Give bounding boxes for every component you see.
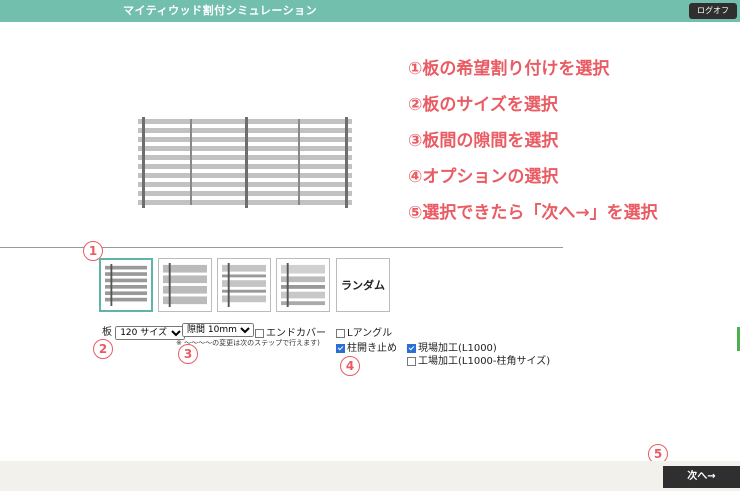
l-angle-label: Lアングル: [347, 328, 393, 339]
pattern-option-3[interactable]: [217, 258, 271, 312]
step-5-text: ⑤選択できたら「次へ→」を選択: [408, 203, 658, 223]
app-title: マイティウッド割付シミュレーション: [123, 4, 318, 17]
factory-processing-checkbox[interactable]: [407, 356, 416, 366]
pattern-3-preview: [222, 263, 266, 307]
post-cap-label: 柱開き止め: [347, 343, 397, 354]
board-label: 板: [102, 327, 112, 338]
pattern-option-1[interactable]: [99, 258, 153, 312]
post-cap-checkbox[interactable]: [336, 343, 345, 353]
pattern-4-preview: [281, 263, 325, 307]
board-size-select[interactable]: 120 サイズ: [115, 326, 186, 340]
step-3-text: ③板間の隙間を選択: [408, 131, 559, 151]
l-angle-option[interactable]: Lアングル: [336, 324, 392, 339]
board-size-control: 板 120 サイズ: [102, 323, 186, 340]
marker-4: 4: [340, 356, 360, 376]
logout-button[interactable]: ログオフ: [689, 3, 737, 19]
instruction-steps: ①板の希望割り付けを選択 ②板のサイズを選択 ③板間の隙間を選択 ④オプションの…: [408, 57, 658, 237]
pattern-1-preview: [105, 264, 147, 306]
fence-preview: [138, 117, 352, 208]
l-angle-checkbox[interactable]: [336, 328, 345, 338]
post-cap-option[interactable]: 柱開き止め —: [336, 339, 416, 354]
app-header: マイティウッド割付シミュレーション ログオフ: [0, 0, 740, 22]
step-2-text: ②板のサイズを選択: [408, 95, 558, 115]
next-button[interactable]: 次へ→: [663, 466, 740, 488]
factory-processing-label: 工場加工(L1000-柱角サイズ): [418, 356, 551, 367]
end-cover-option[interactable]: エンドカバー: [255, 324, 326, 339]
step-4-text: ④オプションの選択: [408, 167, 559, 187]
pattern-option-2[interactable]: [158, 258, 212, 312]
change-note: ※ 〜〜〜〜の変更は次のステップで行えます): [176, 339, 320, 347]
end-cover-checkbox[interactable]: [255, 328, 264, 338]
pattern-2-preview: [163, 263, 207, 307]
gap-select[interactable]: 隙間 10mm: [182, 323, 254, 337]
pattern-option-4[interactable]: [276, 258, 330, 312]
gap-control: 隙間 10mm: [182, 323, 254, 337]
footer-bar: [0, 461, 740, 491]
step-1-text: ①板の希望割り付けを選択: [408, 59, 610, 79]
random-label: ランダム: [341, 279, 385, 292]
pattern-option-random[interactable]: ランダム: [336, 258, 390, 312]
marker-2: 2: [93, 339, 113, 359]
factory-processing-option[interactable]: 工場加工(L1000-柱角サイズ): [407, 352, 550, 367]
